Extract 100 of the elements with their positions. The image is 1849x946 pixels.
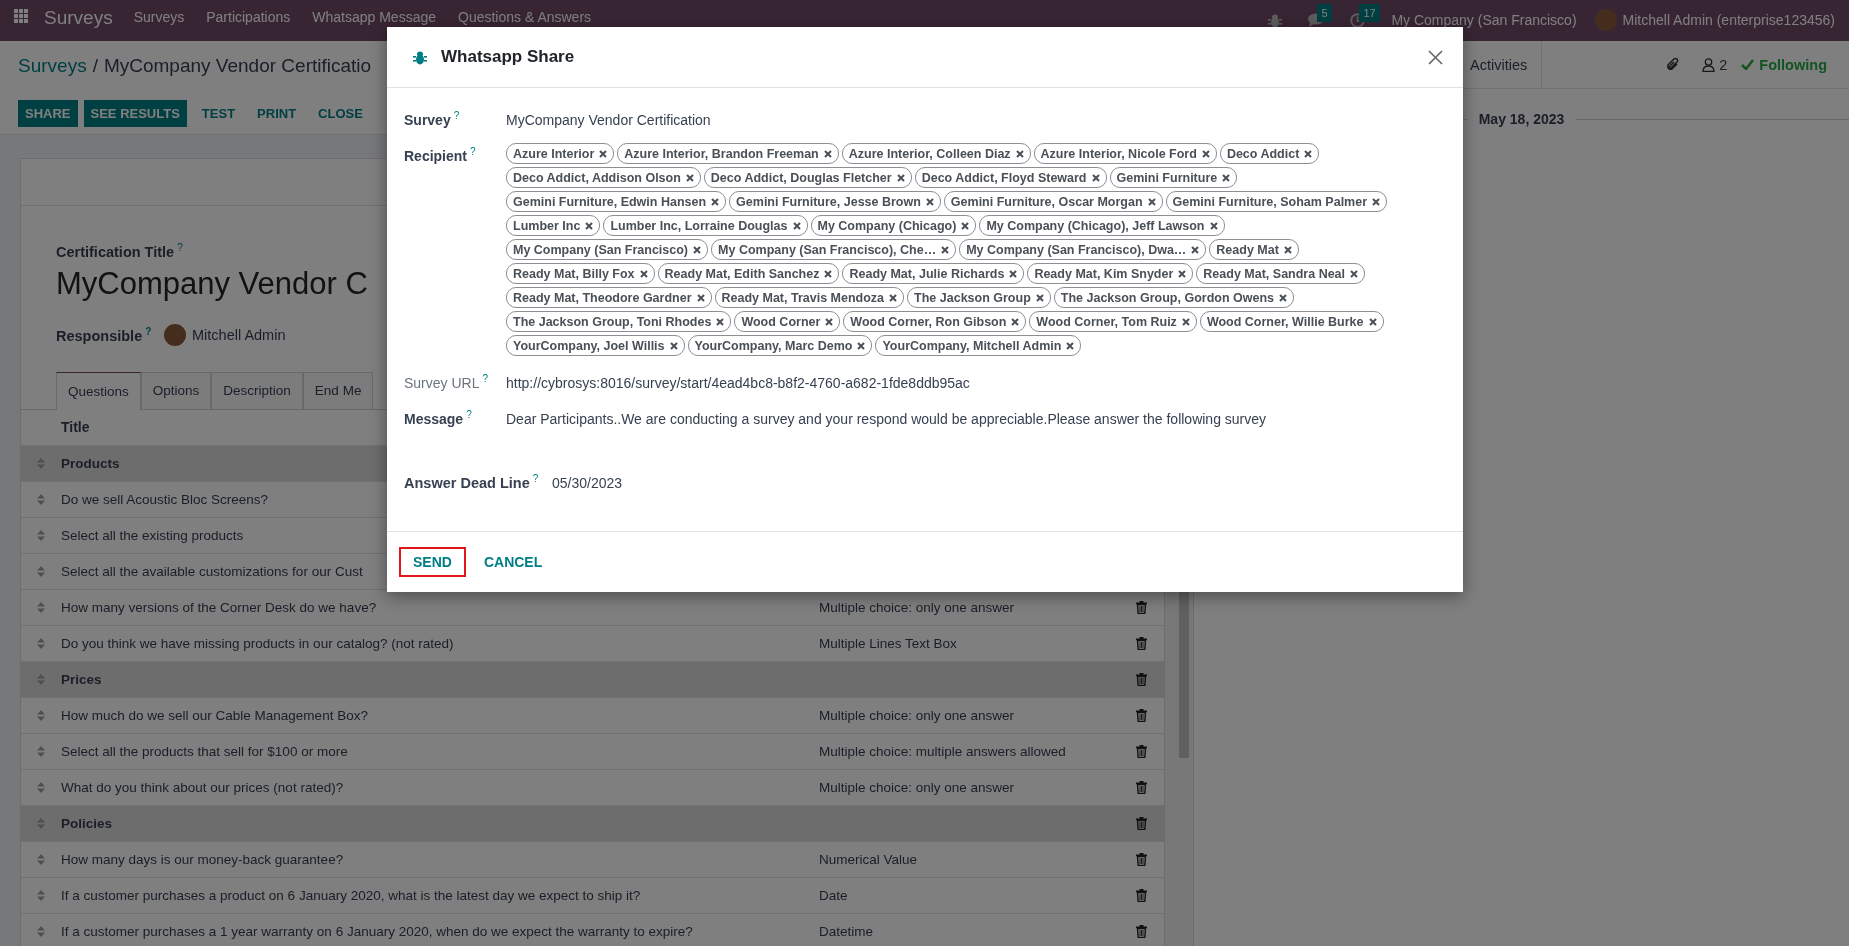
tab[interactable]: Description — [211, 371, 303, 409]
remove-icon[interactable] — [823, 149, 832, 158]
drag-handle-icon[interactable] — [37, 601, 45, 613]
recipient-tag[interactable]: Ready Mat, Edith Sanchez — [657, 263, 840, 284]
recipient-tag[interactable]: My Company (San Francisco), Che… — [711, 239, 957, 260]
trash-icon[interactable] — [1136, 600, 1147, 614]
menu-item[interactable]: Whatsapp Message — [301, 9, 447, 25]
trash-icon[interactable] — [1136, 924, 1147, 938]
recipient-tag[interactable]: Ready Mat, Theodore Gardner — [506, 287, 712, 308]
recipient-tag[interactable]: Wood Corner — [734, 311, 841, 332]
recipient-tag[interactable]: Lumber Inc — [506, 215, 601, 236]
close-button[interactable] — [1428, 49, 1443, 65]
remove-icon[interactable] — [599, 149, 608, 158]
remove-icon[interactable] — [941, 245, 950, 254]
remove-icon[interactable] — [825, 317, 834, 326]
recipient-tag[interactable]: Ready Mat, Billy Fox — [506, 263, 655, 284]
drag-handle-icon[interactable] — [37, 925, 45, 937]
recipient-tag[interactable]: Deco Addict, Addison Olson — [506, 167, 701, 188]
drag-handle-icon[interactable] — [37, 745, 45, 757]
remove-icon[interactable] — [1178, 269, 1187, 278]
remove-icon[interactable] — [711, 197, 720, 206]
remove-icon[interactable] — [1191, 245, 1200, 254]
remove-icon[interactable] — [1015, 149, 1024, 158]
drag-handle-icon[interactable] — [37, 673, 45, 685]
recipient-tag[interactable]: YourCompany, Mitchell Admin — [875, 335, 1082, 356]
responsible-name[interactable]: Mitchell Admin — [192, 326, 286, 343]
recipient-tag[interactable]: Azure Interior, Colleen Diaz — [841, 143, 1031, 164]
recipient-tag[interactable]: My Company (San Francisco), Dwa… — [959, 239, 1207, 260]
recipient-tag[interactable]: My Company (Chicago), Jeff Lawson — [979, 215, 1225, 236]
remove-icon[interactable] — [961, 221, 970, 230]
trash-icon[interactable] — [1136, 744, 1147, 758]
send-button[interactable]: SEND — [399, 547, 466, 577]
recipient-tag[interactable]: Lumber Inc, Lorraine Douglas — [603, 215, 808, 236]
recipient-tag[interactable]: Ready Mat, Travis Mendoza — [714, 287, 905, 308]
remove-icon[interactable] — [1304, 149, 1313, 158]
remove-icon[interactable] — [696, 293, 705, 302]
remove-icon[interactable] — [1181, 317, 1190, 326]
recipient-tag[interactable]: Deco Addict, Douglas Fletcher — [703, 167, 912, 188]
recipient-tag[interactable]: Ready Mat, Kim Snyder — [1027, 263, 1194, 284]
remove-icon[interactable] — [693, 245, 702, 254]
drag-handle-icon[interactable] — [37, 529, 45, 541]
recipient-tag[interactable]: Deco Addict — [1219, 143, 1320, 164]
apps-grid-icon[interactable] — [14, 9, 28, 23]
remove-icon[interactable] — [585, 221, 594, 230]
recipient-tag[interactable]: Gemini Furniture, Soham Palmer — [1165, 191, 1388, 212]
remove-icon[interactable] — [639, 269, 648, 278]
tab[interactable]: Options — [140, 371, 212, 409]
recipient-tag[interactable]: Azure Interior, Nicole Ford — [1033, 143, 1217, 164]
help-mark[interactable]: ? — [466, 409, 472, 421]
recipient-tag[interactable]: Gemini Furniture — [1109, 167, 1238, 188]
remove-icon[interactable] — [1209, 221, 1218, 230]
tab[interactable]: End Me — [302, 371, 374, 409]
recipient-tag[interactable]: Azure Interior — [506, 143, 615, 164]
trash-icon[interactable] — [1136, 888, 1147, 902]
remove-icon[interactable] — [925, 197, 934, 206]
paperclip-icon[interactable] — [1666, 56, 1681, 73]
recipient-tag[interactable]: Gemini Furniture, Oscar Morgan — [943, 191, 1163, 212]
drag-handle-icon[interactable] — [37, 853, 45, 865]
activities-button[interactable]: Activities — [1470, 41, 1543, 88]
app-name[interactable]: Surveys — [44, 8, 113, 27]
date-value[interactable]: 05/30/2023 — [552, 473, 1446, 513]
trash-icon[interactable] — [1136, 708, 1147, 722]
recipient-tag[interactable]: Wood Corner, Willie Burke — [1199, 311, 1384, 332]
remove-icon[interactable] — [1283, 245, 1292, 254]
user-menu[interactable]: Mitchell Admin (enterprise123456) — [1622, 12, 1835, 28]
trash-icon[interactable] — [1136, 672, 1147, 686]
recipient-tag[interactable]: YourCompany, Joel Willis — [506, 335, 685, 356]
remove-icon[interactable] — [1222, 173, 1231, 182]
tab[interactable]: Questions — [56, 371, 141, 410]
recipient-tag[interactable]: Deco Addict, Floyd Steward — [914, 167, 1107, 188]
remove-icon[interactable] — [1091, 173, 1100, 182]
remove-icon[interactable] — [1035, 293, 1044, 302]
recipient-tag[interactable]: The Jackson Group — [907, 287, 1051, 308]
drag-handle-icon[interactable] — [37, 781, 45, 793]
recipient-tag[interactable]: Azure Interior, Brandon Freeman — [617, 143, 839, 164]
recipient-tag[interactable]: The Jackson Group, Gordon Owens — [1053, 287, 1294, 308]
recipient-tag[interactable]: Ready Mat — [1209, 239, 1299, 260]
remove-icon[interactable] — [1201, 149, 1210, 158]
remove-icon[interactable] — [1350, 269, 1359, 278]
trash-icon[interactable] — [1136, 816, 1147, 830]
help-mark[interactable]: ? — [453, 110, 460, 122]
help-mark[interactable]: ? — [532, 473, 539, 484]
recipient-tag[interactable]: Gemini Furniture, Edwin Hansen — [506, 191, 727, 212]
remove-icon[interactable] — [1009, 269, 1018, 278]
recipient-tag[interactable]: YourCompany, Marc Demo — [687, 335, 873, 356]
help-mark[interactable]: ? — [470, 146, 476, 158]
follower-count[interactable]: 2 — [1719, 56, 1728, 73]
recipient-tag[interactable]: Gemini Furniture, Jesse Brown — [729, 191, 941, 212]
remove-icon[interactable] — [685, 173, 694, 182]
remove-icon[interactable] — [889, 293, 898, 302]
menu-item[interactable]: Questions & Answers — [447, 9, 603, 25]
help-mark[interactable]: ? — [482, 373, 489, 385]
trash-icon[interactable] — [1136, 780, 1147, 794]
recipient-tag[interactable]: Wood Corner, Ron Gibson — [843, 311, 1027, 332]
bug-icon[interactable] — [1268, 12, 1283, 28]
recipient-tag[interactable]: My Company (Chicago) — [810, 215, 977, 236]
recipient-tag[interactable]: Ready Mat, Sandra Neal — [1196, 263, 1366, 284]
trash-icon[interactable] — [1136, 636, 1147, 650]
remove-icon[interactable] — [1279, 293, 1287, 302]
drag-handle-icon[interactable] — [37, 817, 45, 829]
